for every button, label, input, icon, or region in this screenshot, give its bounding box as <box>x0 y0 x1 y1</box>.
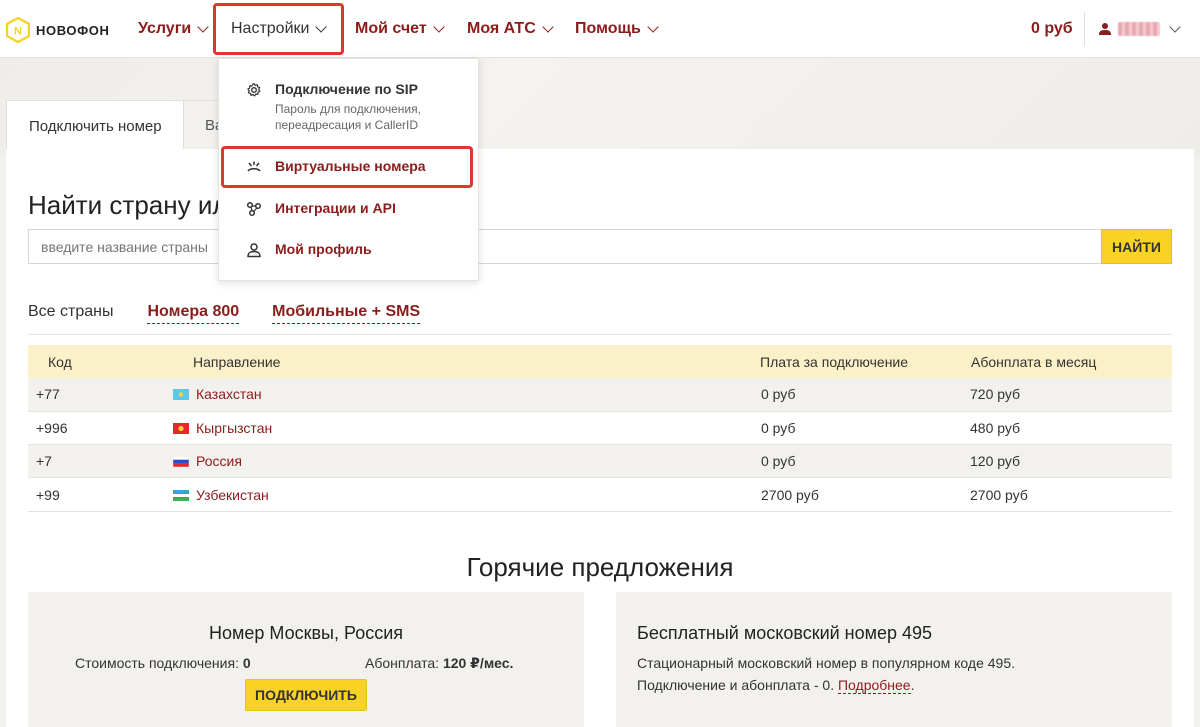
chevron-down-icon <box>197 20 209 33</box>
table-row[interactable]: +77 Казахстан 0 руб 720 руб <box>28 378 1172 412</box>
table-row[interactable]: +99 Узбекистан 2700 руб 2700 руб <box>28 477 1172 512</box>
filter-tabs: Все страны Номера 800 Мобильные + SMS <box>28 303 421 324</box>
logo-text: НОВОФОН <box>36 22 110 38</box>
offer-free-495-number: Бесплатный московский номер 495 Стациона… <box>616 592 1172 727</box>
divider <box>28 334 1172 335</box>
cell-code: +99 <box>28 477 173 512</box>
logo[interactable]: N НОВОФОН <box>6 17 109 43</box>
user-name-blurred <box>1118 22 1160 36</box>
cell-monthly: 2700 руб <box>962 477 1172 512</box>
nav-pbx[interactable]: Моя АТС <box>467 20 554 38</box>
header-setup-fee: Плата за подключение <box>753 345 962 378</box>
cell-monthly: 480 руб <box>962 411 1172 446</box>
logo-icon: N <box>6 17 30 43</box>
header-code: Код <box>28 345 173 378</box>
offer-fee-label: Абонплата: <box>365 655 440 671</box>
cell-country[interactable]: Узбекистан <box>173 477 753 512</box>
filter-all-countries[interactable]: Все страны <box>28 303 113 324</box>
country-name: Казахстан <box>196 386 262 403</box>
menu-item-label: Интеграции и API <box>275 200 396 216</box>
top-navigation: N НОВОФОН Услуги Настройки Мой счет Моя … <box>0 0 1200 58</box>
cell-setup: 2700 руб <box>753 477 962 512</box>
svg-text:N: N <box>14 26 22 38</box>
hot-offers-title: Горячие предложения <box>466 552 734 582</box>
country-name: Узбекистан <box>196 486 269 503</box>
kyrgyzstan-flag-icon <box>173 422 189 434</box>
chevron-down-icon <box>433 20 445 33</box>
menu-item-integrations[interactable]: Интеграции и API <box>245 200 396 217</box>
cell-code: +996 <box>28 411 173 446</box>
russia-flag-icon <box>173 456 189 468</box>
table-row[interactable]: +996 Кыргызстан 0 руб 480 руб <box>28 411 1172 446</box>
connect-button[interactable]: ПОДКЛЮЧИТЬ <box>245 679 367 711</box>
cell-setup: 0 руб <box>753 444 962 479</box>
settings-highlight-box <box>213 3 344 55</box>
cell-country[interactable]: Россия <box>173 444 753 479</box>
search-input[interactable] <box>28 229 1102 264</box>
chevron-down-icon <box>647 20 659 33</box>
virtual-numbers-highlight-box <box>221 146 473 188</box>
table-row[interactable]: +7 Россия 0 руб 120 руб <box>28 444 1172 479</box>
cell-country[interactable]: Казахстан <box>173 378 753 412</box>
cell-code: +77 <box>28 378 173 412</box>
nav-services-label: Услуги <box>138 20 192 37</box>
profile-icon <box>245 241 262 258</box>
cell-monthly: 120 руб <box>962 444 1172 479</box>
cell-country[interactable]: Кыргызстан <box>173 411 753 446</box>
nav-pbx-label: Моя АТС <box>467 20 536 37</box>
divider <box>1084 12 1085 46</box>
offer-dot: . <box>910 677 915 693</box>
more-link[interactable]: Подробнее <box>837 677 911 694</box>
cell-setup: 0 руб <box>753 378 962 412</box>
user-menu[interactable] <box>1098 20 1181 36</box>
country-name: Кыргызстан <box>196 419 273 436</box>
offer-fee-value: 120 ₽/мес. <box>442 655 514 671</box>
chevron-down-icon <box>542 20 554 33</box>
offer-setup-cost: Стоимость подключения: 0 <box>75 655 251 671</box>
nav-help-label: Помощь <box>575 20 641 37</box>
page-title: Найти страну ил <box>28 190 228 220</box>
cell-code: +7 <box>28 444 173 479</box>
menu-item-sip[interactable]: Подключение по SIP Пароль для подключени… <box>245 81 450 133</box>
offer-description: Стационарный московский номер в популярн… <box>637 655 1015 671</box>
offer-setup-value: 0 <box>242 655 251 671</box>
menu-item-profile[interactable]: Мой профиль <box>245 241 372 258</box>
nav-account-label: Мой счет <box>355 20 427 37</box>
gear-icon <box>245 81 262 98</box>
country-name: Россия <box>196 453 242 470</box>
filter-mobile-sms[interactable]: Мобильные + SMS <box>272 303 421 324</box>
user-icon <box>1099 23 1111 35</box>
cell-setup: 0 руб <box>753 411 962 446</box>
directions-table: Код Направление Плата за подключение Або… <box>28 345 1172 512</box>
balance[interactable]: 0 руб <box>1031 20 1073 38</box>
nav-help[interactable]: Помощь <box>575 20 659 38</box>
offer-setup-label: Стоимость подключения: <box>75 655 239 671</box>
kazakhstan-flag-icon <box>173 389 189 401</box>
offer-monthly-fee: Абонплата: 120 ₽/мес. <box>365 655 513 672</box>
integration-icon <box>245 200 262 217</box>
nav-services[interactable]: Услуги <box>138 20 209 38</box>
offer-title: Номер Москвы, Россия <box>208 623 404 643</box>
menu-item-description: Пароль для подключения, переадресация и … <box>275 102 421 132</box>
nav-account[interactable]: Мой счет <box>355 20 445 38</box>
offer-title: Бесплатный московский номер 495 <box>637 623 933 643</box>
menu-item-label: Мой профиль <box>275 241 372 257</box>
tab-connect-number[interactable]: Подключить номер <box>6 100 184 150</box>
header-direction: Направление <box>173 345 753 378</box>
filter-800-numbers[interactable]: Номера 800 <box>147 303 240 324</box>
cell-monthly: 720 руб <box>962 378 1172 412</box>
menu-item-sip-text: Подключение по SIP Пароль для подключени… <box>275 81 450 133</box>
offer-description-2: Подключение и абонплата - 0. Подробнее. <box>637 677 915 694</box>
uzbekistan-flag-icon <box>173 489 189 501</box>
search-button[interactable]: НАЙТИ <box>1101 229 1172 264</box>
menu-item-label: Подключение по SIP <box>275 81 418 97</box>
table-header: Код Направление Плата за подключение Або… <box>28 345 1172 378</box>
header-monthly-fee: Абонплата в месяц <box>962 345 1172 378</box>
chevron-down-icon <box>1169 20 1181 33</box>
offer-moscow-number: Номер Москвы, Россия Стоимость подключен… <box>28 592 584 727</box>
offer-line2: Подключение и абонплата - 0. <box>637 677 835 693</box>
